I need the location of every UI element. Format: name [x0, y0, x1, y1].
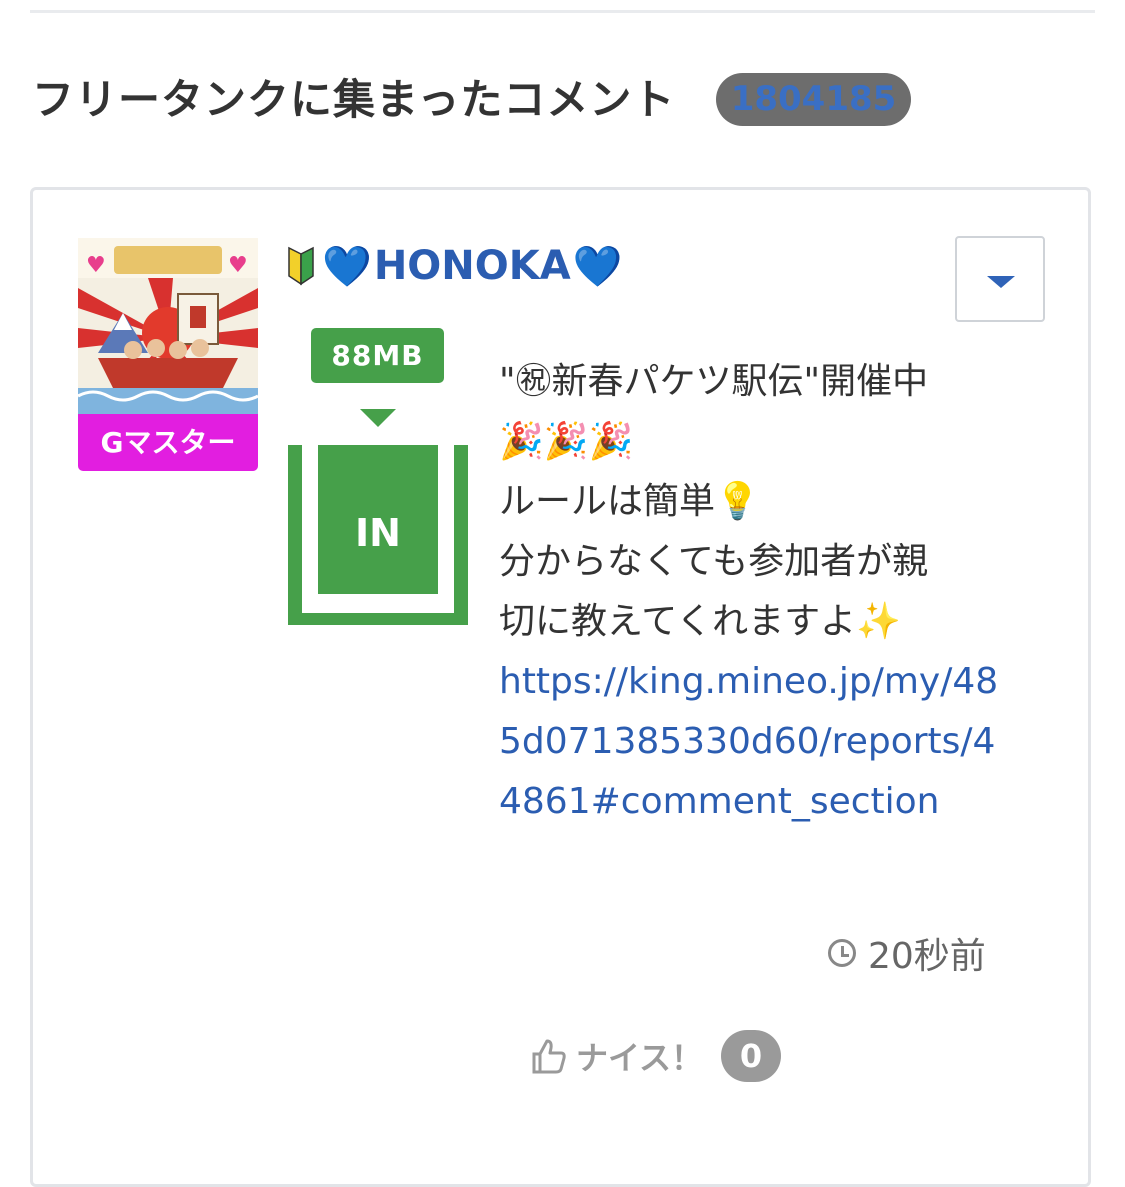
username[interactable]: HONOKA: [374, 243, 571, 289]
nice-button[interactable]: ナイス！ 0: [528, 1028, 782, 1084]
svg-text:♥: ♥: [86, 253, 106, 278]
comment-menu-button[interactable]: [955, 236, 1045, 322]
tank-status: IN: [318, 445, 438, 594]
comment-count-badge: 1804185: [716, 73, 911, 126]
blue-heart-icon: 💙: [572, 243, 623, 290]
blue-heart-icon: 💙: [322, 243, 372, 290]
rank-badge: Gマスター: [78, 414, 258, 471]
comment-line: 分からなくても参加者が親: [499, 541, 929, 582]
timestamp: 20秒前: [828, 925, 986, 981]
beginner-mark-icon: [288, 246, 314, 286]
caret-down-icon: [987, 276, 1015, 288]
thumbs-up-icon: [532, 1039, 566, 1074]
nice-count: 0: [721, 1030, 782, 1082]
comment-line: "㊗新春パケツ駅伝"開催中: [499, 361, 929, 402]
tank-wall-left: [288, 445, 302, 625]
svg-text:♥: ♥: [228, 253, 248, 278]
tank-mb-badge: 88MB: [311, 328, 444, 383]
username-row[interactable]: 💙 HONOKA 💙: [286, 238, 623, 294]
comment-link[interactable]: https://king.mineo.jp/my/485d071385330d6…: [499, 652, 1009, 832]
arrow-down-icon: [360, 409, 396, 427]
tank-wall-right: [454, 445, 468, 625]
nice-label: ナイス！: [576, 1039, 704, 1077]
comment-line: ルールは簡単💡: [499, 481, 760, 522]
comment-line: 🎉🎉🎉: [499, 421, 634, 462]
tank-in-indicator: IN: [288, 445, 468, 625]
tank-wall-bottom: [288, 613, 468, 625]
comment-text: "㊗新春パケツ駅伝"開催中 🎉🎉🎉 ルールは簡単💡 分からなくても参加者が親 切…: [499, 352, 1009, 832]
clock-icon: [828, 939, 856, 967]
top-divider: [30, 0, 1095, 13]
timestamp-text: 20秒前: [868, 936, 986, 977]
avatar-image: ♥ ♥: [78, 238, 258, 414]
avatar[interactable]: ♥ ♥: [78, 238, 258, 414]
section-title: フリータンクに集まったコメント: [32, 75, 676, 124]
comment-line: 切に教えてくれますよ✨: [499, 601, 901, 642]
